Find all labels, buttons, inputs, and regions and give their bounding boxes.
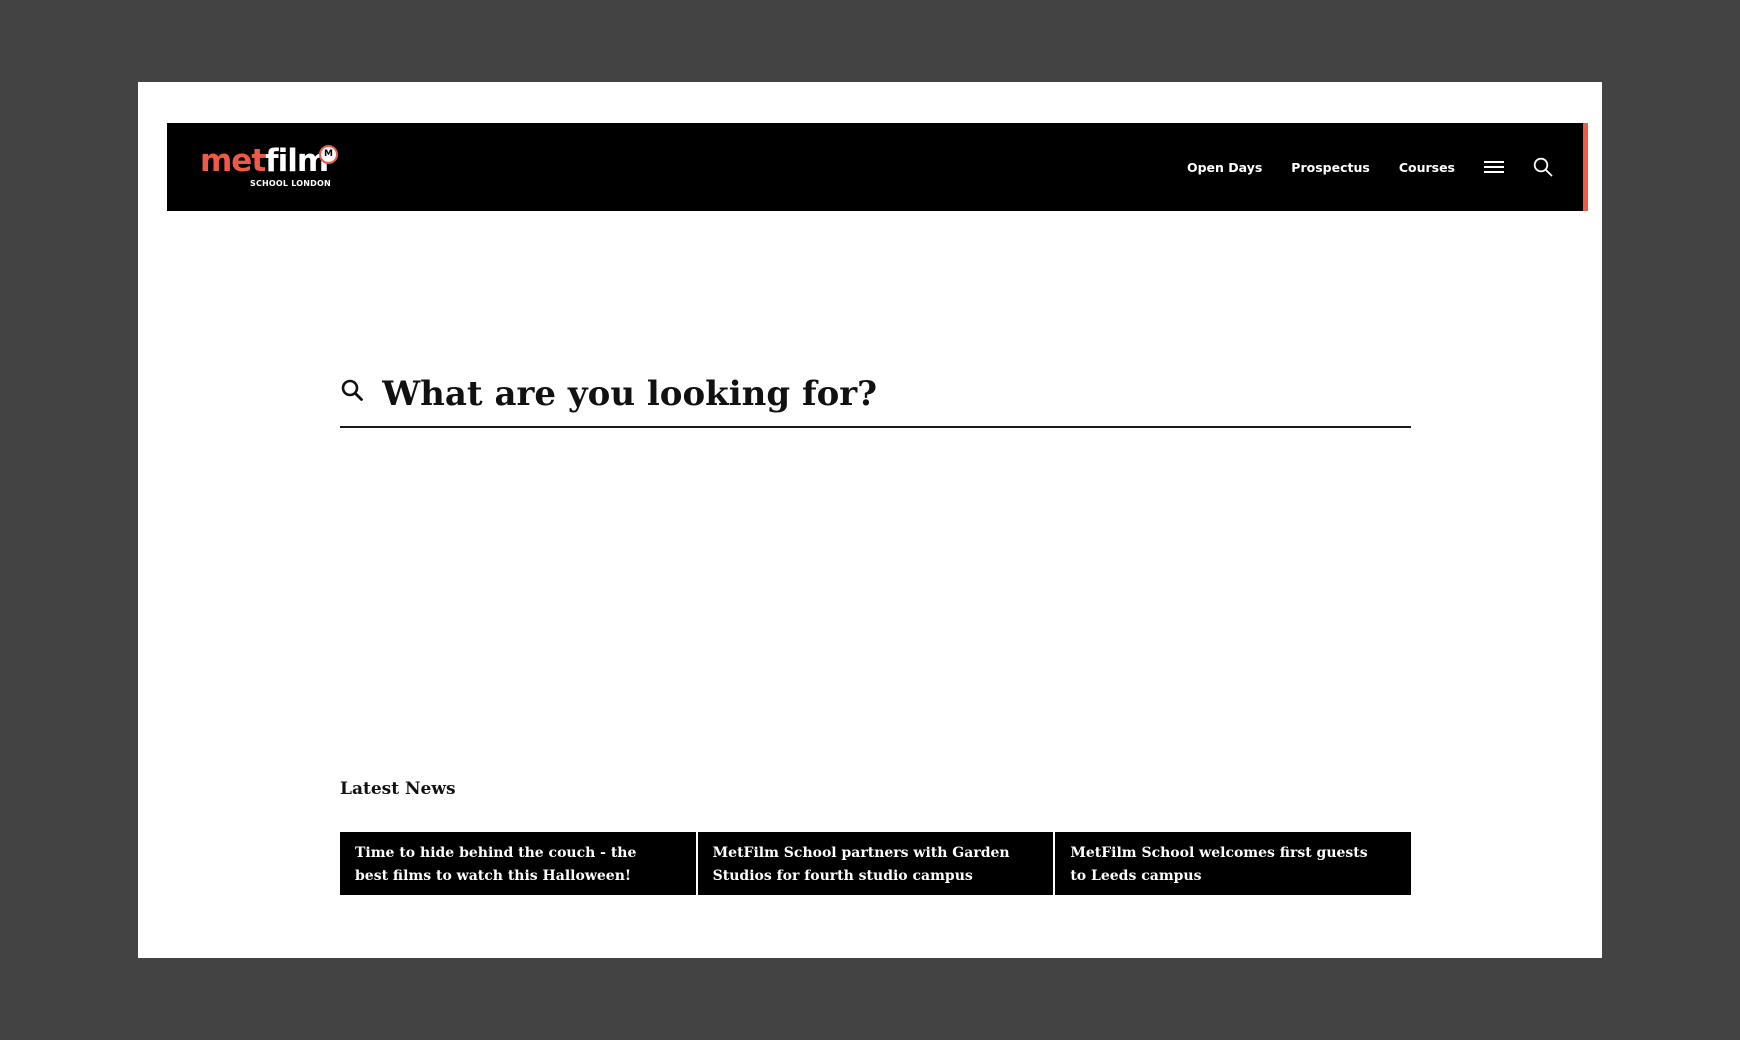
search-input[interactable] bbox=[382, 366, 1402, 422]
news-card[interactable]: MetFilm School partners with Garden Stud… bbox=[697, 832, 1054, 895]
search-icon bbox=[340, 378, 364, 407]
news-card[interactable]: Time to hide behind the couch - the best… bbox=[340, 832, 696, 895]
search-icon[interactable] bbox=[1533, 157, 1553, 177]
hamburger-menu-icon[interactable] bbox=[1484, 160, 1504, 174]
nav-link-courses[interactable]: Courses bbox=[1399, 160, 1455, 175]
news-card[interactable]: MetFilm School welcomes first guests to … bbox=[1055, 832, 1412, 895]
nav-link-prospectus[interactable]: Prospectus bbox=[1291, 160, 1370, 175]
news-card-title: Time to hide behind the couch - the best… bbox=[355, 845, 637, 884]
news-list: Time to hide behind the couch - the best… bbox=[340, 832, 1412, 895]
site-header: metfilm M SCHOOL LONDON Open Days Prospe… bbox=[167, 123, 1588, 211]
nav-link-open-days[interactable]: Open Days bbox=[1187, 160, 1262, 175]
news-card-title: MetFilm School partners with Garden Stud… bbox=[712, 845, 1010, 884]
logo-badge: M bbox=[319, 145, 338, 164]
latest-news-heading: Latest News bbox=[340, 779, 456, 799]
logo-wordmark-met: met bbox=[200, 143, 266, 179]
logo-wordmark: metfilm bbox=[200, 143, 329, 179]
page-frame: metfilm M SCHOOL LONDON Open Days Prospe… bbox=[138, 82, 1602, 958]
main-nav: Open Days Prospectus Courses bbox=[1158, 123, 1553, 211]
logo-wordmark-film: film bbox=[265, 143, 329, 179]
logo-subtitle: SCHOOL LONDON bbox=[250, 179, 331, 188]
search-bar bbox=[340, 366, 1411, 428]
news-card-title: MetFilm School welcomes first guests to … bbox=[1070, 845, 1368, 884]
metfilm-logo[interactable]: metfilm M SCHOOL LONDON bbox=[200, 143, 340, 193]
